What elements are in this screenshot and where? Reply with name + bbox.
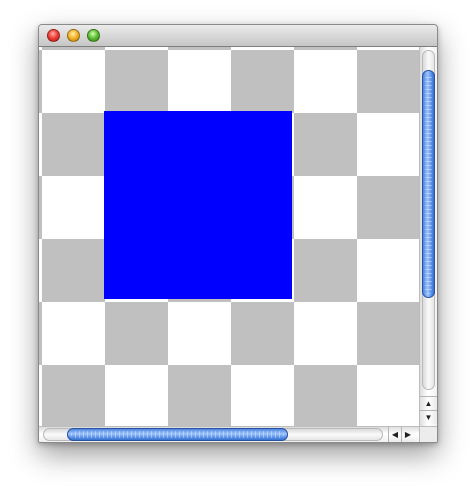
- minimize-icon[interactable]: [67, 29, 80, 42]
- title-bar[interactable]: [39, 25, 437, 47]
- close-icon[interactable]: [47, 29, 60, 42]
- horizontal-scroll-thumb[interactable]: [66, 428, 288, 441]
- scroll-up-arrow-icon[interactable]: ▲: [420, 396, 437, 410]
- canvas-viewport[interactable]: [39, 47, 419, 426]
- zoom-icon[interactable]: [87, 29, 100, 42]
- scroll-left-arrow-icon[interactable]: ◀: [388, 427, 401, 442]
- app-window: ▲ ▼ ◀ ▶: [38, 24, 438, 443]
- scroll-corner: [419, 426, 437, 442]
- vertical-scroll-thumb[interactable]: [422, 70, 435, 299]
- scroll-right-arrow-icon[interactable]: ▶: [401, 427, 414, 442]
- blue-square-shape: [104, 111, 292, 299]
- horizontal-scrollbar[interactable]: ◀ ▶: [39, 426, 419, 442]
- vertical-scrollbar[interactable]: ▲ ▼: [419, 47, 437, 426]
- scroll-down-arrow-icon[interactable]: ▼: [420, 410, 437, 424]
